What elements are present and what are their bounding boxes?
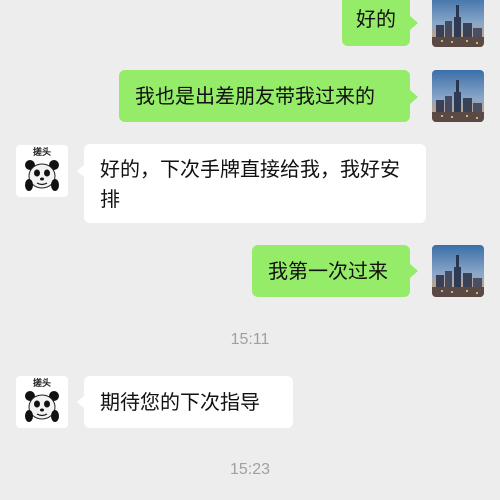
message-bubble-contact[interactable]: 期待您的下次指导 bbox=[84, 376, 293, 428]
avatar-caption: 搓头 bbox=[32, 148, 51, 158]
message-bubble-self[interactable]: 我第一次过来 bbox=[252, 245, 410, 297]
self-avatar[interactable] bbox=[432, 70, 484, 122]
bubble-tail bbox=[410, 90, 418, 104]
timestamp: 15:23 bbox=[229, 461, 271, 478]
city-skyline-icon bbox=[432, 70, 484, 122]
city-skyline-icon bbox=[432, 245, 484, 297]
message-text: 期待您的下次指导 bbox=[100, 390, 260, 414]
message-text: 我也是出差朋友带我过来的 bbox=[135, 84, 375, 108]
timestamp: 15:11 bbox=[230, 331, 270, 348]
contact-avatar[interactable]: 搓头 bbox=[16, 376, 68, 428]
message-text: 我第一次过来 bbox=[268, 259, 388, 283]
message-text: 好的，下次手牌直接给我，我好安排 bbox=[100, 157, 400, 211]
self-avatar[interactable] bbox=[432, 245, 484, 297]
contact-avatar[interactable]: 搓头 bbox=[16, 145, 68, 197]
message-bubble-self[interactable]: 好的 bbox=[342, 0, 410, 46]
avatar-caption: 搓头 bbox=[32, 379, 51, 389]
message-bubble-self[interactable]: 我也是出差朋友带我过来的 bbox=[119, 70, 410, 122]
bubble-tail bbox=[410, 264, 418, 278]
message-bubble-contact[interactable]: 好的，下次手牌直接给我，我好安排 bbox=[84, 144, 426, 223]
self-avatar[interactable] bbox=[432, 0, 484, 47]
message-text: 好的 bbox=[356, 7, 396, 31]
city-skyline-icon bbox=[432, 0, 484, 47]
bubble-tail bbox=[410, 16, 418, 30]
